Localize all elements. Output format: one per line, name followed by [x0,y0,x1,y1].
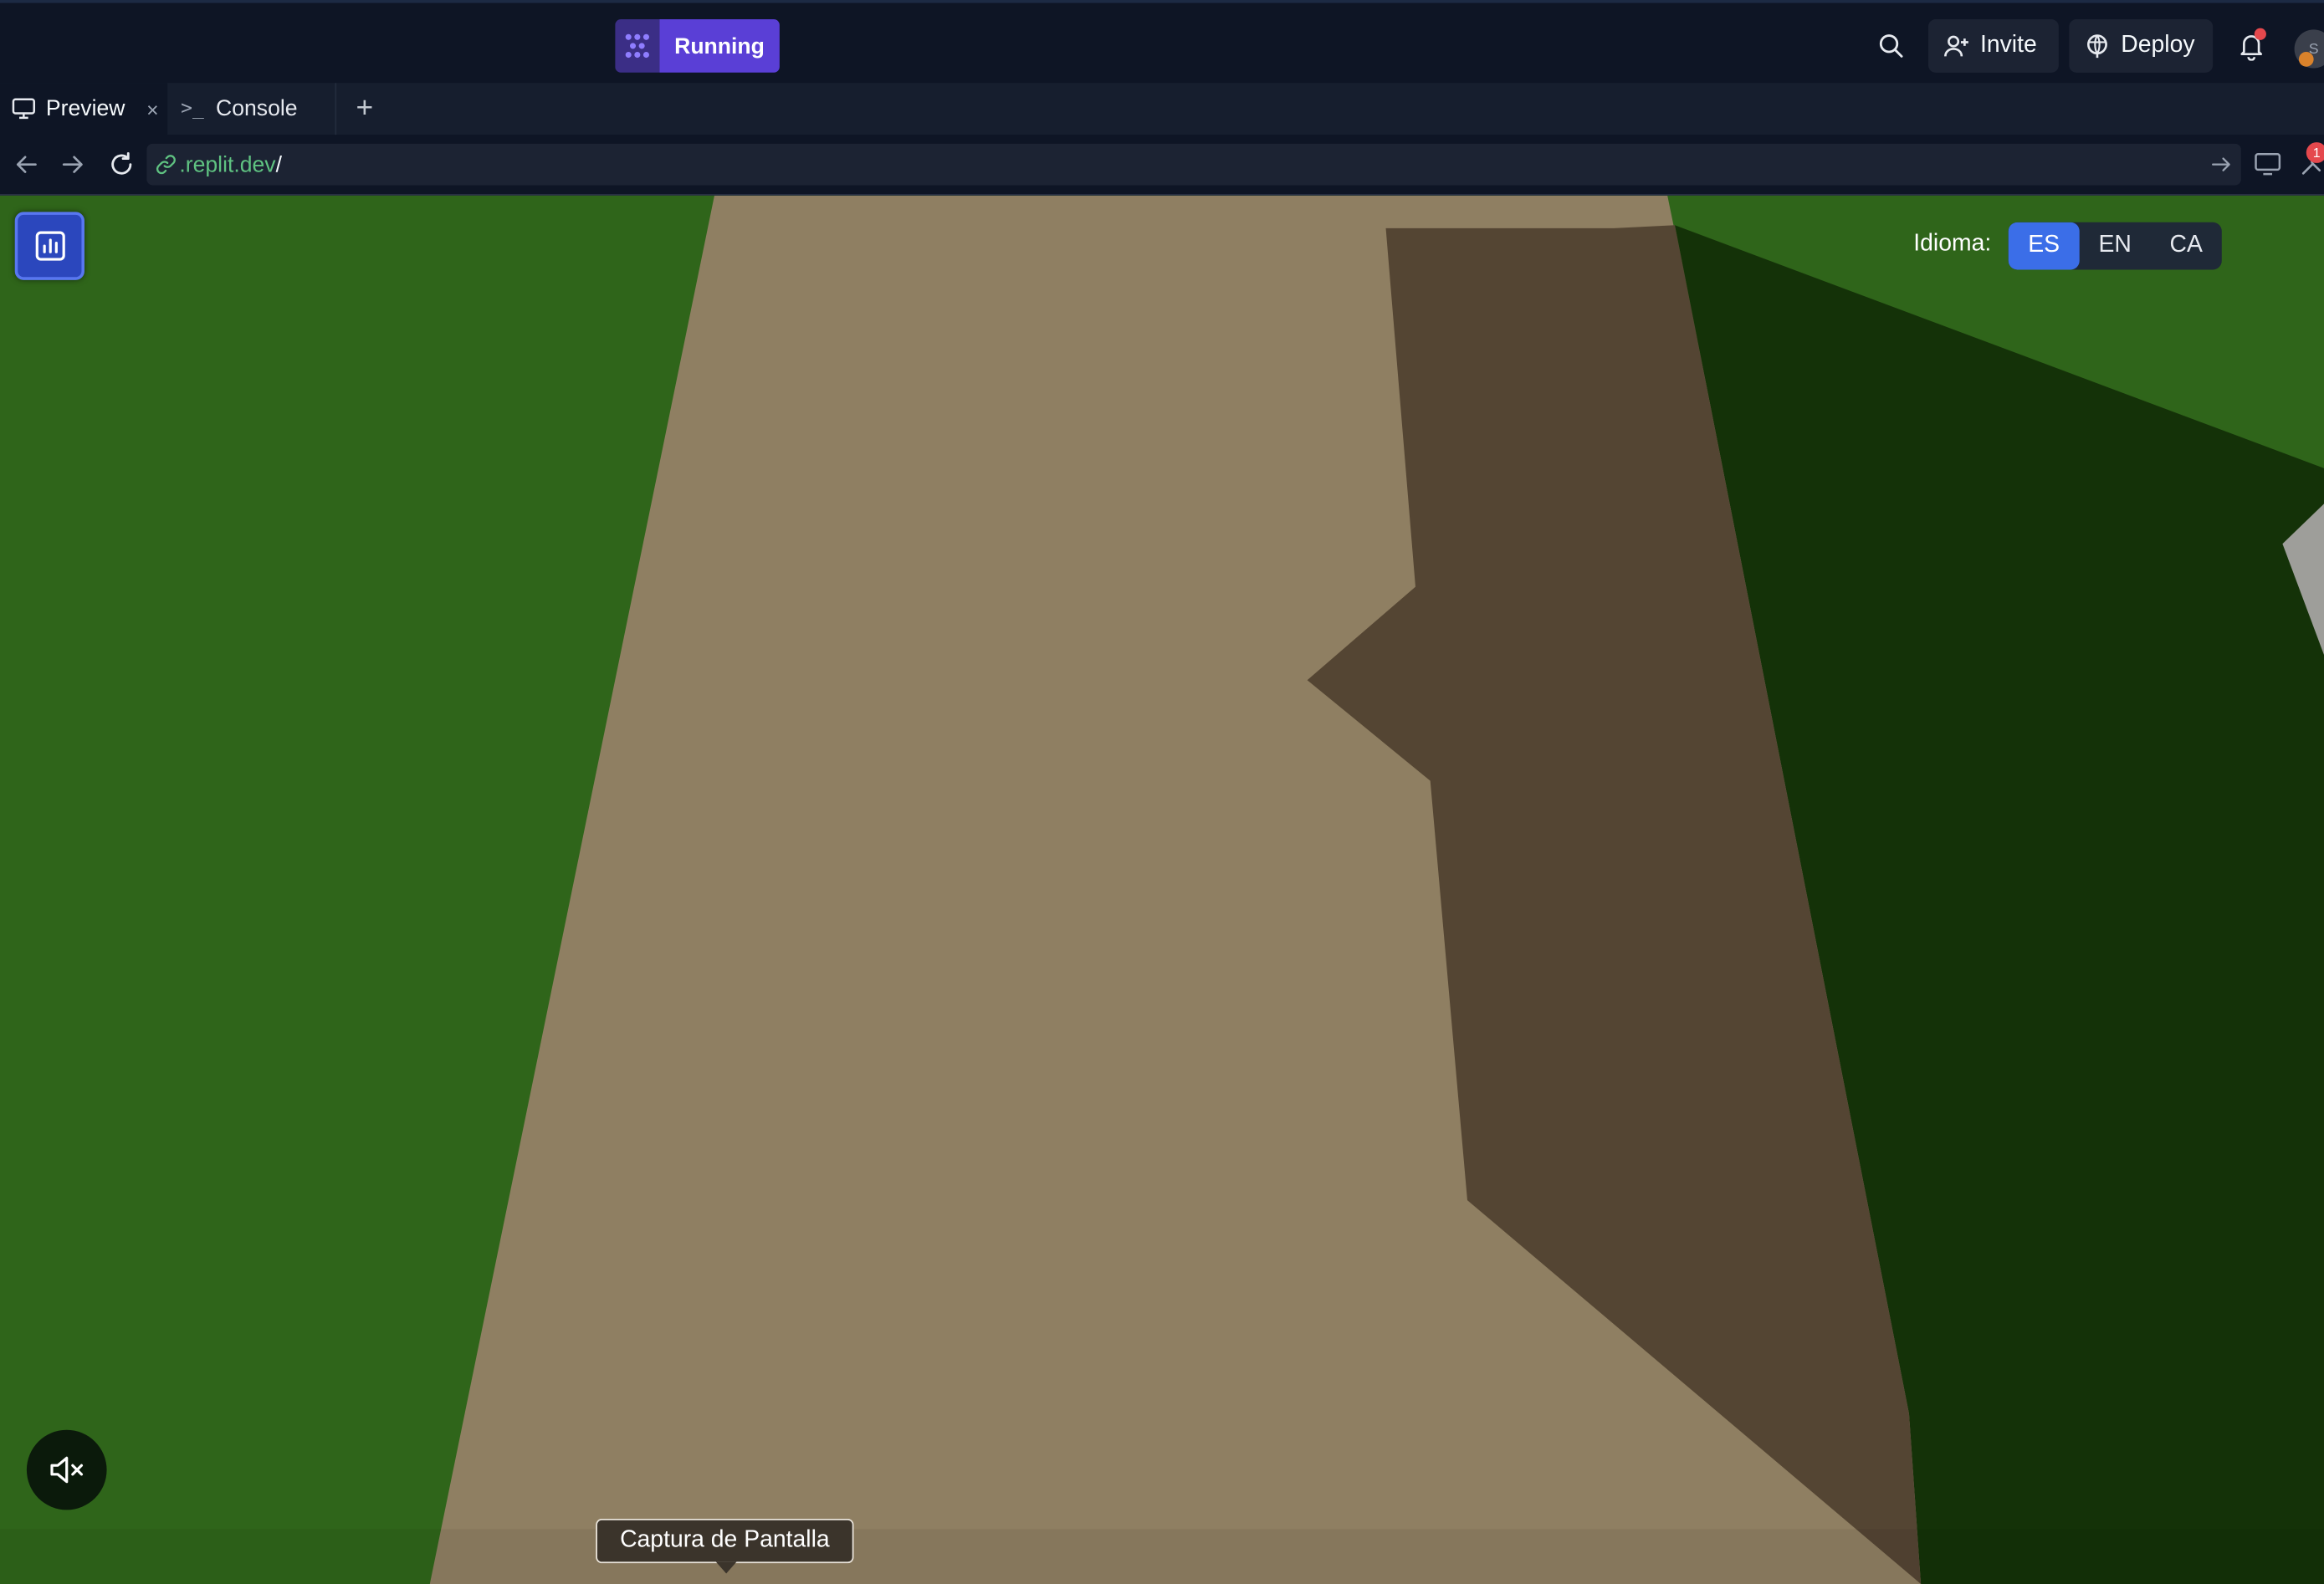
app-preview[interactable]: Idioma: ES EN CA Captura de Pantalla [0,195,2324,1584]
terminal-icon: >_ [181,97,204,120]
search-button[interactable] [1871,19,1912,73]
tab-preview-label: Preview [45,96,125,122]
tooltip-arrow [715,1561,737,1574]
run-button[interactable]: Running [615,19,780,73]
invite-button[interactable]: Invite [1927,19,2059,73]
devtools-count-badge: 1 [2306,142,2324,163]
screenshot-tooltip: Captura de Pantalla [596,1518,854,1564]
tab-bar: Preview × >_ Console + [0,83,2324,135]
reload-icon [111,151,132,175]
monitor-icon [2255,153,2281,176]
forward-button[interactable] [56,148,89,181]
add-user-icon [1944,35,1968,57]
tab-console[interactable]: >_ Console [167,83,337,135]
arrow-right-icon [2211,157,2230,171]
notifications-button[interactable] [2230,23,2272,68]
arrow-left-icon [16,156,37,173]
avatar-status-badge [2298,52,2314,67]
arrow-right-icon [62,156,83,173]
add-tab-button[interactable]: + [350,83,379,135]
monitor-icon [12,98,35,120]
language-es-button[interactable]: ES [2008,222,2080,270]
notification-dot [2254,28,2266,40]
close-icon[interactable]: × [146,97,159,120]
language-ca-button[interactable]: CA [2151,222,2222,270]
url-path: / [275,151,283,177]
top-bar: Running Invite Deploy S [0,0,2324,84]
language-label: Idioma: [1913,231,1992,257]
search-icon [1879,34,1903,58]
tab-preview[interactable]: Preview × [0,83,168,135]
deploy-globe-icon [2086,34,2107,59]
address-bar: .replit.dev / [0,135,2324,196]
deploy-button[interactable]: Deploy [2069,19,2214,73]
back-button[interactable] [10,148,43,181]
running-icon [615,19,660,73]
url-input[interactable]: .replit.dev / [146,143,2241,186]
tab-console-label: Console [216,96,298,122]
device-preview-button[interactable] [2251,148,2284,181]
game-scene[interactable] [0,195,2324,1584]
stats-button[interactable] [14,212,84,280]
url-domain: .replit.dev [179,151,276,177]
deploy-label: Deploy [2121,32,2195,59]
link-icon [156,155,176,175]
bar-chart-icon [34,231,64,261]
invite-label: Invite [1979,32,2037,59]
open-url-button[interactable] [2211,156,2232,173]
reload-button[interactable] [105,148,138,181]
language-selector: ES EN CA [2008,222,2222,270]
language-en-button[interactable]: EN [2080,222,2151,270]
speaker-muted-icon [50,1456,84,1484]
ground-fade [0,1529,2324,1584]
replit-workspace: Running Invite Deploy S Preview × >_ Con… [0,0,2324,1584]
mute-button[interactable] [26,1429,107,1510]
run-status-label: Running [659,19,780,73]
